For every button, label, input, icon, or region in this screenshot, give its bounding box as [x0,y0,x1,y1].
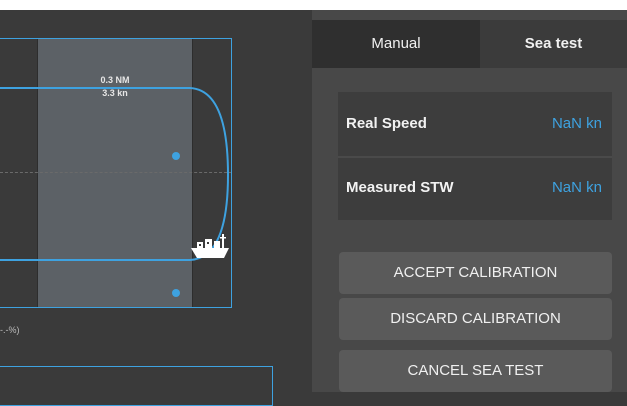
discard-calibration-button[interactable]: DISCARD CALIBRATION [339,298,612,340]
measured-stw-label: Measured STW [346,179,454,196]
ship-icon [191,234,229,258]
cancel-sea-test-button[interactable]: CANCEL SEA TEST [339,350,612,392]
track-speed: 3.3 kn [102,88,128,98]
real-speed-value: NaN kn [551,115,602,132]
lower-track-frame [0,366,273,406]
waypoint-dot [172,289,180,297]
real-speed-label: Real Speed [346,115,427,132]
track-distance: 0.3 NM [100,75,130,85]
waypoint-dot [172,152,180,160]
measured-stw-row: Measured STW NaN kn [338,156,612,220]
tab-bar: Manual Sea test [312,20,627,68]
track-path [0,87,230,261]
measured-stw-value: NaN kn [551,179,602,196]
top-strip [0,0,627,10]
tab-sea-test[interactable]: Sea test [480,20,627,68]
real-speed-row: Real Speed NaN kn [338,92,612,156]
percent-label: -.-%) [0,325,20,335]
accept-calibration-button[interactable]: ACCEPT CALIBRATION [339,252,612,294]
readings-card: Real Speed NaN kn Measured STW NaN kn [338,92,612,220]
sea-test-track-canvas: 0.3 NM 3.3 kn -.-%) [0,10,312,406]
tab-manual[interactable]: Manual [312,20,480,68]
